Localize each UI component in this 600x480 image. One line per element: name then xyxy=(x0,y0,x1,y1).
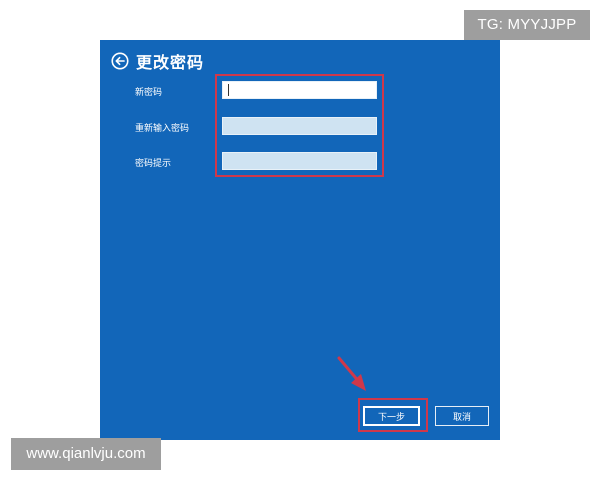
text-caret xyxy=(228,84,229,96)
change-password-dialog: 更改密码 新密码 重新输入密码 密码提示 下一步 取消 xyxy=(100,40,500,440)
new-password-label: 新密码 xyxy=(135,88,163,98)
page-title: 更改密码 xyxy=(136,53,205,72)
password-hint-label: 密码提示 xyxy=(135,159,172,169)
watermark-bottom: www.qianlvju.com xyxy=(11,438,161,470)
watermark-top: TG: MYYJJPP xyxy=(464,10,590,40)
next-button[interactable]: 下一步 xyxy=(363,406,420,426)
password-hint-input[interactable] xyxy=(222,152,377,170)
dialog-header: 更改密码 xyxy=(111,50,204,72)
confirm-password-input[interactable] xyxy=(222,117,377,135)
back-arrow-circle-icon[interactable] xyxy=(111,52,129,70)
new-password-input[interactable] xyxy=(222,81,377,99)
cancel-button[interactable]: 取消 xyxy=(435,406,489,426)
confirm-password-label: 重新输入密码 xyxy=(135,124,190,134)
